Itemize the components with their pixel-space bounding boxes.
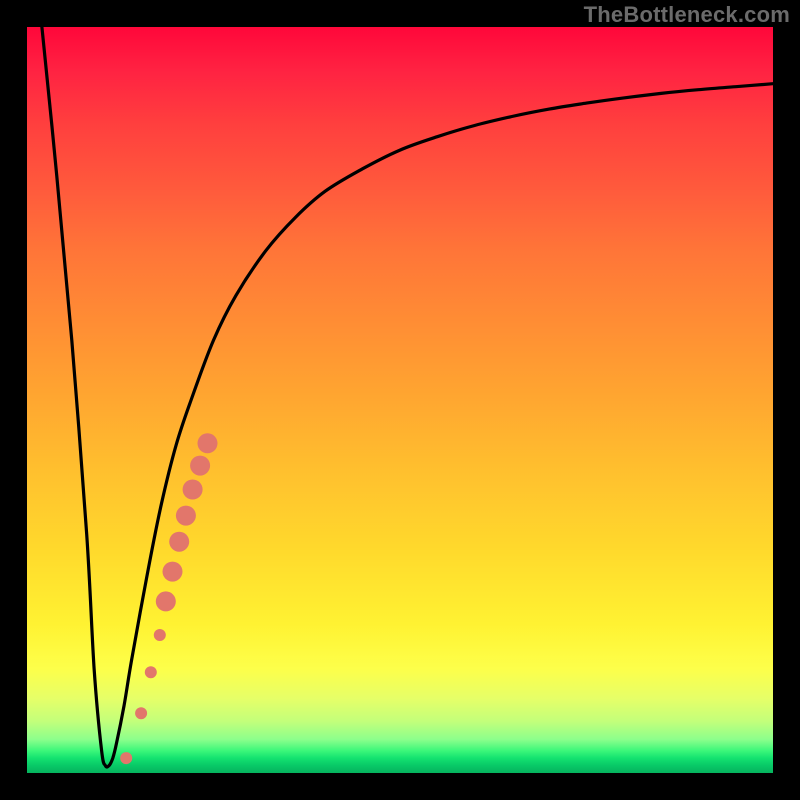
highlight-dot bbox=[154, 629, 166, 641]
highlight-dot bbox=[190, 456, 210, 476]
chart-frame: TheBottleneck.com bbox=[0, 0, 800, 800]
bottleneck-curve-path bbox=[42, 27, 773, 767]
highlight-dot bbox=[135, 707, 147, 719]
highlight-dot bbox=[145, 666, 157, 678]
highlight-dot bbox=[156, 591, 176, 611]
watermark-text: TheBottleneck.com bbox=[584, 2, 790, 28]
highlight-dot bbox=[163, 562, 183, 582]
highlighted-dots bbox=[120, 433, 217, 764]
highlight-dot bbox=[183, 480, 203, 500]
highlight-dot bbox=[120, 752, 132, 764]
plot-area bbox=[27, 27, 773, 773]
highlight-dot bbox=[176, 506, 196, 526]
highlight-dot bbox=[198, 433, 218, 453]
curve-layer bbox=[27, 27, 773, 773]
highlight-dot bbox=[169, 532, 189, 552]
